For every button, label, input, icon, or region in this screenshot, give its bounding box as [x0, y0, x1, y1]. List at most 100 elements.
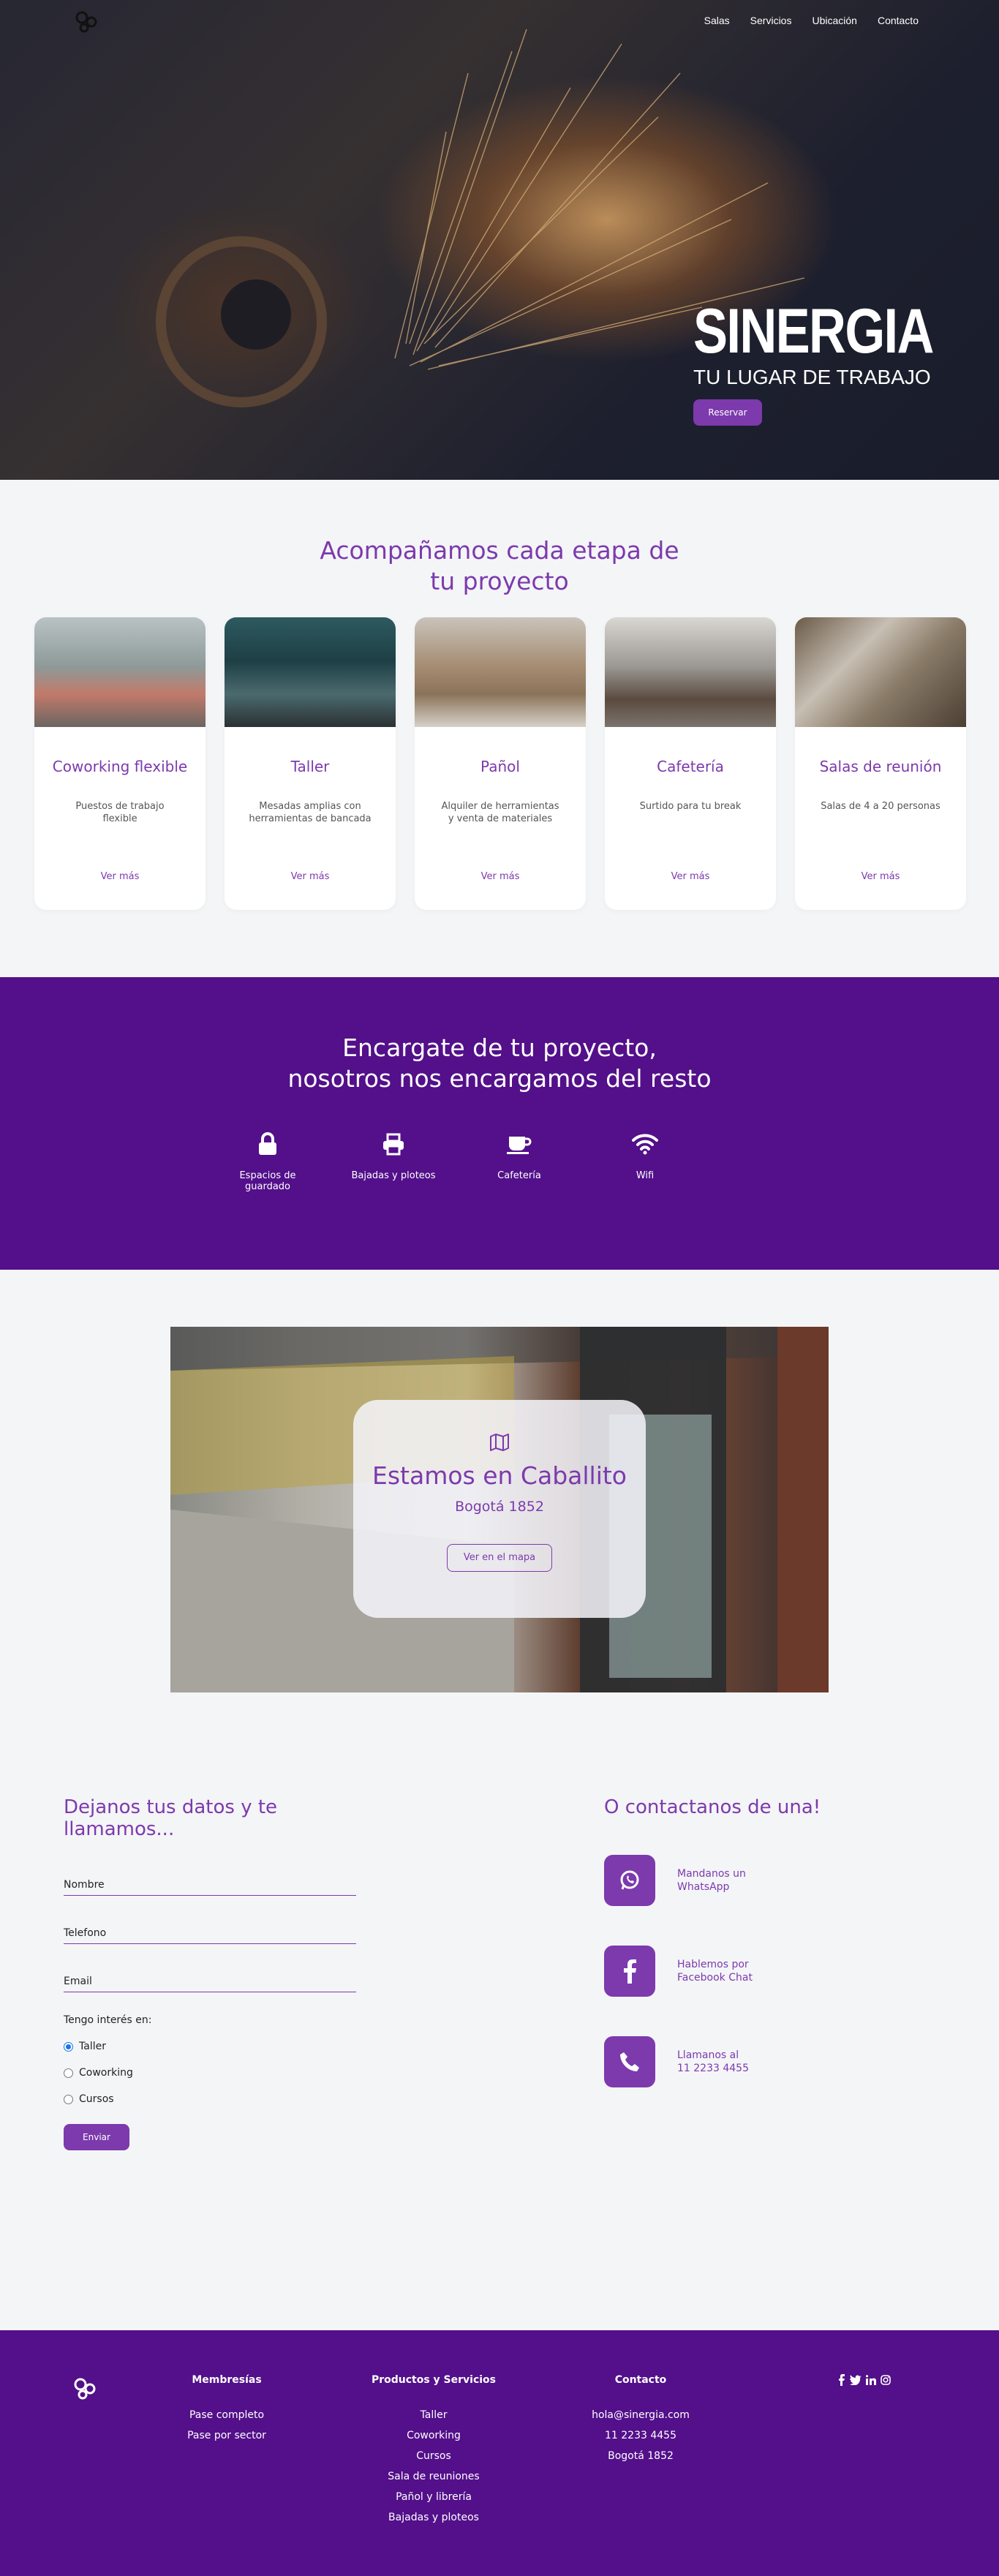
footer-contact: Contacto hola@sinergia.com 11 2233 4455 … — [582, 2374, 699, 2466]
wifi-icon — [632, 1134, 658, 1155]
map-icon — [490, 1434, 509, 1451]
nav-link-ubicacion[interactable]: Ubicación — [812, 15, 856, 26]
footer-memberships: Membresías Pase completo Pase por sector — [168, 2374, 285, 2446]
nav-links: Salas Servicios Ubicación Contacto — [704, 15, 919, 26]
facebook-icon[interactable] — [838, 2374, 845, 2386]
footer-link[interactable]: Pañol y librería — [368, 2487, 499, 2507]
location-address: Bogotá 1852 — [455, 1499, 544, 1515]
card-desc: Surtido para tu break — [639, 801, 742, 812]
card-desc: Mesadas amplias con herramientas de banc… — [249, 801, 372, 824]
ver-mas-link[interactable]: Ver más — [415, 871, 586, 882]
footer-link[interactable]: Pase completo — [168, 2405, 285, 2425]
contact-form-title: Dejanos tus datos y te llamamos... — [64, 1796, 278, 1840]
email-field[interactable]: Email — [64, 1973, 356, 1992]
ver-mas-link[interactable]: Ver más — [225, 871, 396, 882]
footer-address: Bogotá 1852 — [608, 2450, 674, 2462]
service-card-salas[interactable]: Salas de reunión Salas de 4 a 20 persona… — [795, 617, 966, 910]
phone-text: Llamanos al 11 2233 4455 — [677, 2049, 772, 2075]
contact-section: Dejanos tus datos y te llamamos... Nombr… — [0, 1796, 999, 2330]
direct-contact: O contactanos de una! Mandanos un WhatsAp… — [604, 1796, 838, 2087]
card-title: Pañol — [480, 758, 520, 775]
phone-label: Telefono — [64, 1927, 107, 1939]
radio-coworking[interactable]: Coworking — [64, 2067, 356, 2079]
reservar-button[interactable]: Reservar — [693, 399, 762, 426]
enviar-button[interactable]: Enviar — [64, 2124, 129, 2150]
panol-image — [415, 617, 586, 727]
ver-en-el-mapa-button[interactable]: Ver en el mapa — [446, 1544, 553, 1572]
lock-icon — [259, 1132, 276, 1155]
footer-link[interactable]: Sala de reuniones — [368, 2466, 499, 2487]
phone-line2: 11 2233 4455 — [677, 2063, 749, 2074]
footer-phone[interactable]: 11 2233 4455 — [582, 2425, 699, 2446]
nav-link-servicios[interactable]: Servicios — [750, 15, 792, 26]
hero-section: Salas Servicios Ubicación Contacto SINER… — [0, 0, 999, 480]
amenity-cafe: Cafetería — [475, 1132, 564, 1192]
card-title: Cafetería — [657, 758, 724, 775]
amenity-label: Cafetería — [497, 1170, 541, 1181]
footer-link[interactable]: Bajadas y ploteos — [368, 2507, 499, 2528]
service-card-coworking[interactable]: Coworking flexible Puestos de trabajo fl… — [34, 617, 206, 910]
footer-link[interactable]: Cursos — [368, 2446, 499, 2466]
radio-cursos[interactable]: Cursos — [64, 2093, 356, 2105]
services-section: Acompañamos cada etapa de tu proyecto Co… — [0, 480, 999, 977]
nav-link-contacto[interactable]: Contacto — [878, 15, 919, 26]
card-title: Salas de reunión — [819, 758, 942, 775]
whatsapp-contact[interactable]: Mandanos un WhatsApp — [604, 1855, 838, 1906]
name-field[interactable]: Nombre — [64, 1877, 356, 1896]
ver-mas-link[interactable]: Ver más — [605, 871, 776, 882]
radio-button[interactable] — [64, 2094, 73, 2104]
footer-link[interactable]: Coworking — [368, 2425, 499, 2446]
whatsapp-icon[interactable] — [604, 1855, 655, 1906]
instagram-icon[interactable] — [881, 2375, 891, 2385]
radio-label: Coworking — [79, 2067, 133, 2079]
gear-logo-icon[interactable] — [70, 2374, 99, 2403]
amenities-title-line2: nosotros nos encargamos del resto — [287, 1064, 712, 1093]
amenities-title: Encargate de tu proyecto, nosotros nos e… — [0, 977, 999, 1094]
email-label: Email — [64, 1976, 92, 1987]
printer-icon — [383, 1133, 404, 1156]
facebook-contact[interactable]: Hablemos por Facebook Chat — [604, 1946, 838, 1997]
amenity-label: Wifi — [636, 1170, 655, 1181]
facebook-line2: Facebook Chat — [677, 1972, 753, 1984]
footer-email[interactable]: hola@sinergia.com — [582, 2405, 699, 2425]
footer-products: Productos y Servicios Taller Coworking C… — [368, 2374, 499, 2528]
radio-button[interactable] — [64, 2041, 73, 2052]
amenity-storage: Espacios de guardado — [223, 1132, 312, 1192]
location-card: Estamos en Caballito Bogotá 1852 Ver en … — [353, 1400, 646, 1618]
service-card-taller[interactable]: Taller Mesadas amplias con herramientas … — [225, 617, 396, 910]
nav-link-salas[interactable]: Salas — [704, 15, 730, 26]
coffee-icon — [507, 1137, 532, 1154]
footer: Membresías Pase completo Pase por sector… — [0, 2330, 999, 2576]
phone-contact[interactable]: Llamanos al 11 2233 4455 — [604, 2036, 838, 2087]
ver-mas-link[interactable]: Ver más — [34, 871, 206, 882]
hero-title: SINERGIA — [693, 296, 934, 366]
facebook-text: Hablemos por Facebook Chat — [677, 1958, 772, 1984]
amenity-wifi: Wifi — [600, 1132, 690, 1192]
card-desc: Puestos de trabajo flexible — [75, 801, 165, 824]
phone-line1: Llamanos al — [677, 2049, 739, 2061]
direct-contact-title: O contactanos de una! — [604, 1796, 821, 1818]
phone-field[interactable]: Telefono — [64, 1925, 356, 1944]
linkedin-icon[interactable] — [866, 2375, 876, 2385]
service-cards: Coworking flexible Puestos de trabajo fl… — [34, 617, 966, 910]
whatsapp-line2: WhatsApp — [677, 1881, 730, 1893]
service-card-cafeteria[interactable]: Cafetería Surtido para tu break Ver más — [605, 617, 776, 910]
radio-button[interactable] — [64, 2068, 73, 2078]
location-section: Estamos en Caballito Bogotá 1852 Ver en … — [0, 1270, 999, 1796]
gear-logo-icon[interactable] — [72, 7, 101, 37]
ver-mas-link[interactable]: Ver más — [795, 871, 966, 882]
twitter-icon[interactable] — [850, 2375, 862, 2385]
contact-form: Dejanos tus datos y te llamamos... Nombr… — [64, 1796, 356, 2150]
amenity-label: Bajadas y ploteos — [351, 1170, 436, 1181]
radio-taller[interactable]: Taller — [64, 2041, 356, 2052]
footer-link[interactable]: Taller — [368, 2405, 499, 2425]
footer-social — [838, 2374, 891, 2386]
whatsapp-text: Mandanos un WhatsApp — [677, 1867, 772, 1894]
footer-link[interactable]: Pase por sector — [168, 2425, 285, 2446]
service-card-panol[interactable]: Pañol Alquiler de herramientas y venta d… — [415, 617, 586, 910]
phone-icon[interactable] — [604, 2036, 655, 2087]
facebook-icon[interactable] — [604, 1946, 655, 1997]
top-navbar: Salas Servicios Ubicación Contacto — [0, 0, 999, 44]
name-label: Nombre — [64, 1879, 105, 1891]
amenity-label: Espacios de guardado — [239, 1170, 296, 1192]
